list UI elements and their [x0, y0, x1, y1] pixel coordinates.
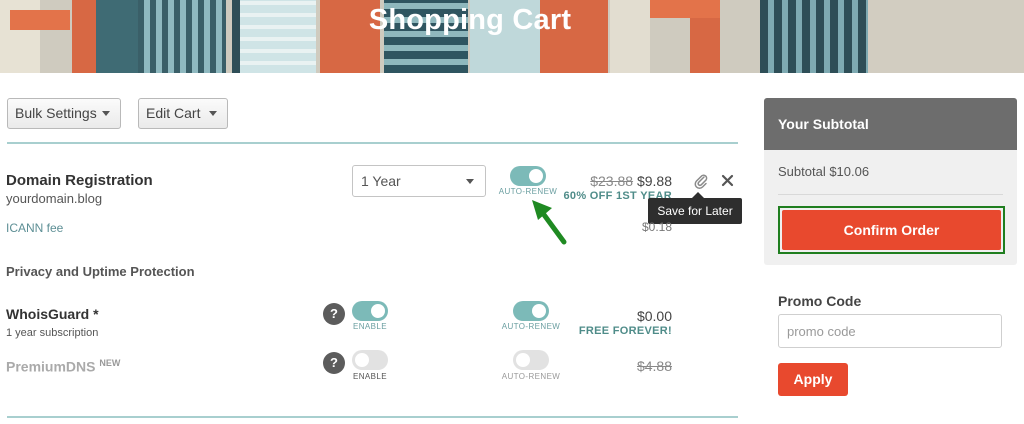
page-title: Shopping Cart — [368, 4, 572, 36]
header-banner: Shopping Cart — [0, 0, 1024, 73]
icann-fee-label: ICANN fee — [6, 221, 64, 235]
bulk-settings-label: Bulk Settings — [15, 105, 97, 121]
domain-name: yourdomain.blog — [6, 191, 103, 206]
domain-old-price: $23.88 — [590, 173, 634, 189]
icann-fee-price: $0.18 — [641, 220, 672, 234]
premiumdns-enable-label: ENABLE — [353, 372, 387, 381]
premiumdns-name: PremiumDNS — [6, 358, 96, 375]
close-icon[interactable] — [721, 174, 734, 187]
premiumdns-old-price: $4.88 — [636, 358, 672, 374]
privacy-section-heading: Privacy and Uptime Protection — [6, 264, 195, 279]
divider — [778, 194, 1003, 195]
domain-new-price: $9.88 — [636, 173, 672, 189]
premiumdns-help-icon[interactable]: ? — [323, 352, 345, 374]
whoisguard-subtitle: 1 year subscription — [6, 327, 99, 339]
subtotal-text: Subtotal $10.06 — [778, 164, 870, 179]
whoisguard-auto-renew-toggle[interactable] — [513, 301, 549, 321]
domain-registration-title: Domain Registration — [6, 172, 153, 189]
whoisguard-enable-label: ENABLE — [353, 322, 387, 331]
whoisguard-promo: FREE FOREVER! — [578, 325, 672, 337]
domain-price: $23.88 $9.88 — [560, 173, 672, 189]
edit-cart-dropdown[interactable]: Edit Cart — [138, 98, 228, 129]
whoisguard-auto-renew-label: AUTO-RENEW — [501, 322, 561, 331]
confirm-highlight: Confirm Order — [778, 206, 1005, 254]
premiumdns-auto-renew-toggle[interactable] — [513, 350, 549, 370]
whoisguard-price: $0.00 — [636, 308, 672, 324]
premiumdns-price: $4.88 — [600, 358, 672, 374]
arrow-annotation-icon — [532, 200, 567, 245]
subtotal-panel: Your Subtotal Subtotal $10.06 Confirm Or… — [764, 98, 1017, 265]
premiumdns-title: PremiumDNS NEW — [6, 358, 120, 375]
divider — [7, 142, 738, 144]
promo-code-input[interactable] — [778, 314, 1002, 348]
new-badge: NEW — [99, 358, 121, 368]
confirm-order-button[interactable]: Confirm Order — [782, 210, 1001, 250]
bulk-settings-dropdown[interactable]: Bulk Settings — [7, 98, 121, 129]
whoisguard-enable-toggle[interactable] — [352, 301, 388, 321]
domain-auto-renew-toggle[interactable] — [510, 166, 546, 186]
caret-down-icon — [466, 179, 474, 184]
caret-down-icon — [209, 111, 217, 116]
premiumdns-enable-toggle[interactable] — [352, 350, 388, 370]
edit-cart-label: Edit Cart — [146, 105, 201, 121]
subtotal-heading: Your Subtotal — [764, 98, 1017, 150]
premiumdns-auto-renew-label: AUTO-RENEW — [501, 372, 561, 381]
caret-down-icon — [102, 111, 110, 116]
paperclip-icon[interactable] — [692, 172, 710, 190]
whoisguard-title: WhoisGuard * — [6, 306, 99, 322]
promo-code-heading: Promo Code — [778, 293, 862, 309]
apply-button[interactable]: Apply — [778, 363, 848, 396]
divider — [7, 416, 738, 418]
term-select[interactable]: 1 Year — [352, 165, 486, 197]
term-value: 1 Year — [361, 173, 401, 189]
